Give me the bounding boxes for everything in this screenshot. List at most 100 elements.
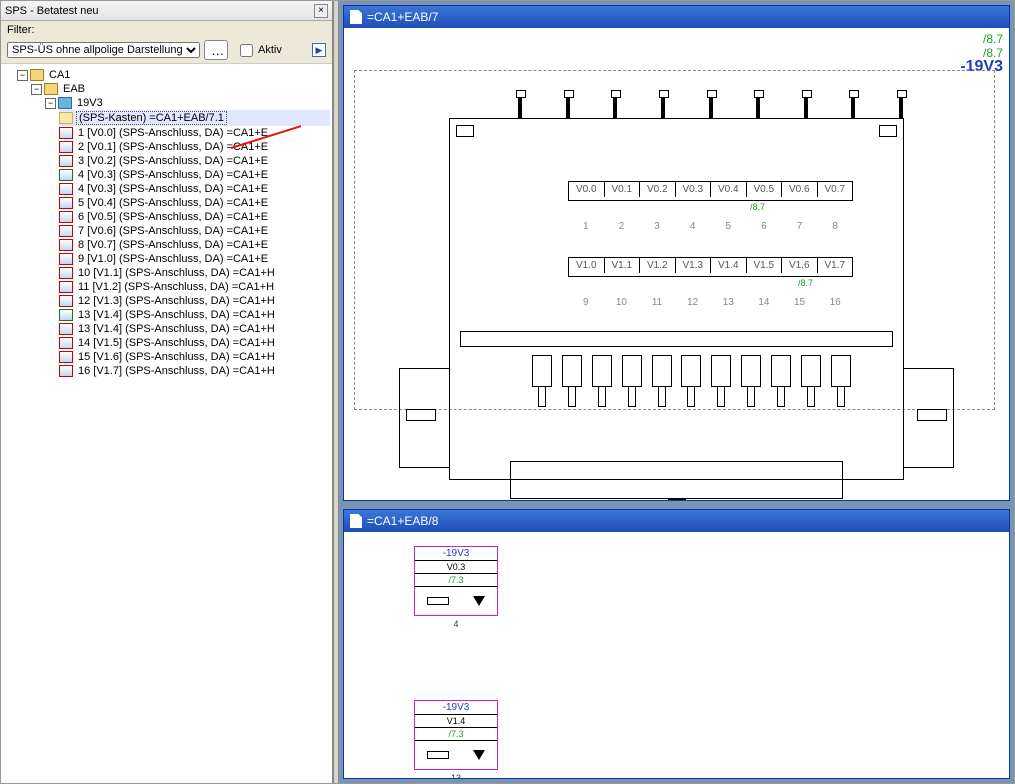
side-bracket-left [399, 368, 449, 468]
channel-label: V0.1 [605, 182, 641, 197]
panel-titlebar: SPS - Betatest neu × [1, 1, 332, 21]
terminal-row [530, 355, 853, 411]
aktiv-label: Aktiv [258, 44, 282, 56]
cad-titlebar-bottom[interactable]: =CA1+EAB/8 [344, 510, 1009, 532]
cad-titlebar-top[interactable]: =CA1+EAB/7 [344, 6, 1009, 28]
port-icon [59, 267, 73, 279]
tree-port-item[interactable]: 16 [V1.7] (SPS-Anschluss, DA) =CA1+H [59, 364, 330, 378]
tree-port-item[interactable]: 7 [V0.6] (SPS-Anschluss, DA) =CA1+E [59, 224, 330, 238]
tree-dev[interactable]: 19V3 [75, 97, 105, 109]
schematic-symbol-b[interactable]: -19V3 V1.4 /7.3 13 [414, 700, 498, 770]
tree-port-item[interactable]: 12 [V1.3] (SPS-Anschluss, DA) =CA1+H [59, 294, 330, 308]
bottom-flange [510, 461, 843, 499]
tree-item-label: 4 [V0.3] (SPS-Anschluss, DA) =CA1+E [76, 169, 270, 181]
tree-port-item[interactable]: 10 [V1.1] (SPS-Anschluss, DA) =CA1+H [59, 266, 330, 280]
tree-port-item[interactable]: 4 [V0.3] (SPS-Anschluss, DA) =CA1+E [59, 168, 330, 182]
tree-port-item[interactable]: 2 [V0.1] (SPS-Anschluss, DA) =CA1+E [59, 140, 330, 154]
filter-select[interactable]: SPS-ÜS ohne allpolige Darstellung [7, 42, 200, 58]
panel-close-button[interactable]: × [314, 4, 328, 18]
terminal-icon [590, 355, 614, 411]
tree-item-label: 6 [V0.5] (SPS-Anschluss, DA) =CA1+E [76, 211, 270, 223]
tree-sub[interactable]: EAB [61, 83, 87, 95]
sym-ref: /7.3 [415, 574, 497, 587]
tree-port-item[interactable]: 1 [V0.0] (SPS-Anschluss, DA) =CA1+E [59, 126, 330, 140]
filter-browse-button[interactable]: … [204, 40, 228, 60]
document-icon [350, 514, 362, 528]
pin-icon [803, 90, 809, 118]
sym-title: -19V3 [415, 547, 497, 561]
channel-label: V1.1 [605, 258, 641, 273]
panel-play-button[interactable]: ▶ [312, 43, 326, 57]
tree-root[interactable]: CA1 [47, 69, 72, 81]
tree-item-label: 8 [V0.7] (SPS-Anschluss, DA) =CA1+E [76, 239, 270, 251]
channel-label: V0.3 [676, 182, 712, 197]
cad-window-bottom: =CA1+EAB/8 -19V3 V0.3 /7.3 4 -19V3 V1.4 … [343, 509, 1010, 779]
tree-item-label: 12 [V1.3] (SPS-Anschluss, DA) =CA1+H [76, 295, 277, 307]
tree-item-label: 4 [V0.3] (SPS-Anschluss, DA) =CA1+E [76, 183, 270, 195]
rowA-subref: /8.7 [750, 202, 765, 212]
tree-toggle[interactable]: − [17, 70, 28, 81]
tree-kasten[interactable]: (SPS-Kasten) =CA1+EAB/7.1 [76, 111, 227, 125]
port-icon [59, 295, 73, 307]
channel-label: V1.2 [640, 258, 676, 273]
tree-port-item[interactable]: 13 [V1.4] (SPS-Anschluss, DA) =CA1+H [59, 308, 330, 322]
tree-port-item[interactable]: 6 [V0.5] (SPS-Anschluss, DA) =CA1+E [59, 210, 330, 224]
pin-icon [898, 90, 904, 118]
tree-port-item[interactable]: 11 [V1.2] (SPS-Anschluss, DA) =CA1+H [59, 280, 330, 294]
cad-canvas-bottom[interactable]: -19V3 V0.3 /7.3 4 -19V3 V1.4 /7.3 13 [344, 532, 1009, 778]
mount-slot [668, 499, 686, 500]
tree-item-label: 14 [V1.5] (SPS-Anschluss, DA) =CA1+H [76, 337, 277, 349]
tree-item-label: 5 [V0.4] (SPS-Anschluss, DA) =CA1+E [76, 197, 270, 209]
channel-label: 7 [782, 215, 818, 238]
channel-label: 5 [711, 215, 747, 238]
port-icon [59, 351, 73, 363]
plc-body: V0.0V0.1V0.2V0.3V0.4V0.5V0.6V0.7 /8.7 12… [449, 118, 904, 480]
tree-item-label: 15 [V1.6] (SPS-Anschluss, DA) =CA1+H [76, 351, 277, 363]
tree-item-label: 11 [V1.2] (SPS-Anschluss, DA) =CA1+H [76, 281, 276, 293]
tree-port-item[interactable]: 15 [V1.6] (SPS-Anschluss, DA) =CA1+H [59, 350, 330, 364]
channel-label: 3 [639, 215, 675, 238]
tree-port-item[interactable]: 5 [V0.4] (SPS-Anschluss, DA) =CA1+E [59, 196, 330, 210]
port-icon [59, 197, 73, 209]
aktiv-checkbox[interactable] [240, 44, 253, 57]
sps-box-icon [59, 112, 73, 124]
port-icon [59, 281, 73, 293]
navigator-panel: SPS - Betatest neu × Filter: SPS-ÜS ohne… [1, 1, 333, 783]
channel-label: 15 [782, 291, 818, 314]
tree-port-item[interactable]: 8 [V0.7] (SPS-Anschluss, DA) =CA1+E [59, 238, 330, 252]
tree-port-item[interactable]: 3 [V0.2] (SPS-Anschluss, DA) =CA1+E [59, 154, 330, 168]
tree-item-label: 16 [V1.7] (SPS-Anschluss, DA) =CA1+H [76, 365, 277, 377]
terminal-icon [650, 355, 674, 411]
cad-canvas-top[interactable]: /8.7 /8.7 -19V3 V0.0V0.1V0.2V0.3V0.4V0.5… [344, 28, 1009, 500]
tree-item-label: 13 [V1.4] (SPS-Anschluss, DA) =CA1+H [76, 323, 277, 335]
channel-label: V0.5 [747, 182, 783, 197]
tree-toggle[interactable]: − [45, 98, 56, 109]
location-icon [44, 83, 58, 95]
tree-toggle[interactable]: − [31, 84, 42, 95]
tree-item-label: 7 [V0.6] (SPS-Anschluss, DA) =CA1+E [76, 225, 270, 237]
port-icon [59, 141, 73, 153]
sym-addr: V1.4 [415, 715, 497, 728]
channel-label: 10 [604, 291, 640, 314]
tree-view[interactable]: −CA1 −EAB −19V3 (SPS-Kasten) =CA1+EAB/7.… [1, 64, 332, 783]
pin-icon [660, 90, 666, 118]
channel-label: V1.5 [747, 258, 783, 273]
tree-port-item[interactable]: 9 [V1.0] (SPS-Anschluss, DA) =CA1+E [59, 252, 330, 266]
rowB-subref: /8.7 [798, 278, 813, 288]
pin-icon [565, 90, 571, 118]
tree-port-item[interactable]: 13 [V1.4] (SPS-Anschluss, DA) =CA1+H [59, 322, 330, 336]
drawing-area: =CA1+EAB/7 /8.7 /8.7 -19V3 V0.0 [339, 1, 1014, 783]
side-bracket-right [904, 368, 954, 468]
tree-port-item[interactable]: 4 [V0.3] (SPS-Anschluss, DA) =CA1+E [59, 182, 330, 196]
schematic-symbol-a[interactable]: -19V3 V0.3 /7.3 4 [414, 546, 498, 616]
channel-label: 8 [817, 215, 853, 238]
terminal-icon [620, 355, 644, 411]
terminal-icon [560, 355, 584, 411]
channel-label: V0.0 [569, 182, 605, 197]
pin-row-top [517, 90, 904, 118]
channel-label: 6 [746, 215, 782, 238]
tree-port-item[interactable]: 14 [V1.5] (SPS-Anschluss, DA) =CA1+H [59, 336, 330, 350]
pin-icon [850, 90, 856, 118]
channel-label: 4 [675, 215, 711, 238]
mount-slot [879, 125, 897, 137]
